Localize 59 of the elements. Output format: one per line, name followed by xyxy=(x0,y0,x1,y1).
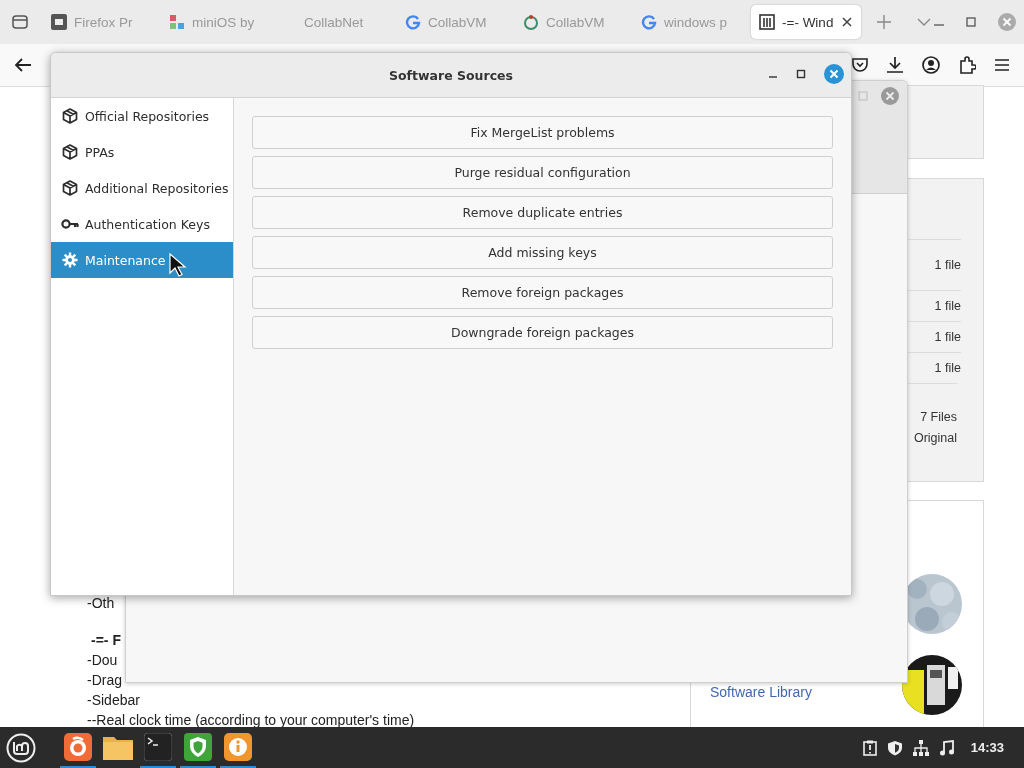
sidebar-item[interactable]: PPAs xyxy=(51,134,233,170)
window-title: Software Sources xyxy=(389,67,513,83)
maintenance-button[interactable]: Fix MergeList problems xyxy=(252,116,833,149)
square-icon xyxy=(51,14,67,30)
maximize-icon[interactable] xyxy=(966,17,976,27)
close-icon[interactable] xyxy=(841,16,853,28)
account-icon[interactable] xyxy=(922,56,940,74)
back-arrow-icon[interactable] xyxy=(14,57,32,73)
browser-icon xyxy=(64,732,92,761)
file-count: 1 file xyxy=(934,299,961,313)
maintenance-button[interactable]: Remove duplicate entries xyxy=(252,196,833,229)
shield-icon[interactable] xyxy=(886,739,903,756)
total-files: 7 Files xyxy=(920,410,957,424)
page-text: --Real clock time (according to your computer's time) xyxy=(87,712,415,728)
arc-icon xyxy=(641,14,657,30)
original-label: Original xyxy=(913,431,957,445)
page-text: -Oth xyxy=(87,596,115,611)
menu-logo-icon[interactable] xyxy=(6,732,36,763)
sidebar-item[interactable]: Authentication Keys xyxy=(51,206,233,242)
columns-icon xyxy=(759,14,775,30)
pointer-icon xyxy=(169,253,187,277)
extensions-icon[interactable] xyxy=(958,56,976,74)
page-text: -Drag xyxy=(87,672,122,688)
key-icon xyxy=(61,218,79,230)
chevron-down-icon[interactable] xyxy=(917,17,931,27)
maintenance-button[interactable]: Remove foreign packages xyxy=(252,276,833,309)
browser-tab[interactable]: -=- Wind xyxy=(751,5,861,39)
software-library-link[interactable]: Software Library xyxy=(710,684,812,700)
terminal-icon xyxy=(144,732,172,761)
menu-icon[interactable] xyxy=(994,58,1010,72)
gear-icon xyxy=(61,252,79,268)
music-note-icon[interactable] xyxy=(938,739,955,756)
page-text: -Sidebar xyxy=(87,692,140,708)
sidebar-item[interactable]: Maintenance xyxy=(51,242,233,278)
shield-icon xyxy=(184,732,212,761)
ring-icon xyxy=(523,14,539,30)
package-icon xyxy=(61,144,79,160)
tab-list-icon[interactable] xyxy=(11,13,29,31)
maintenance-button[interactable]: Purge residual configuration xyxy=(252,156,833,189)
pocket-icon[interactable] xyxy=(852,57,868,73)
maximize-icon[interactable] xyxy=(796,69,806,79)
page-text: -Dou xyxy=(87,652,118,668)
package-icon xyxy=(61,108,79,124)
info-icon xyxy=(224,732,252,761)
arc-icon xyxy=(405,14,421,30)
sidebar-item[interactable]: Additional Repositories xyxy=(51,170,233,206)
maintenance-button[interactable]: Add missing keys xyxy=(252,236,833,269)
clipboard-icon[interactable] xyxy=(862,739,877,756)
package-icon xyxy=(61,180,79,196)
file-count: 1 file xyxy=(934,330,961,344)
network-icon[interactable] xyxy=(912,739,929,756)
grid-icon xyxy=(169,14,185,30)
page-text: -=- F xyxy=(91,632,121,648)
download-icon[interactable] xyxy=(886,56,904,74)
file-count: 1 file xyxy=(934,361,961,375)
sidebar-item[interactable]: Official Repositories xyxy=(51,98,233,134)
clock[interactable]: 14:33 xyxy=(970,740,1004,755)
maintenance-button[interactable]: Downgrade foreign packages xyxy=(252,316,833,349)
file-count: 1 file xyxy=(934,258,961,272)
